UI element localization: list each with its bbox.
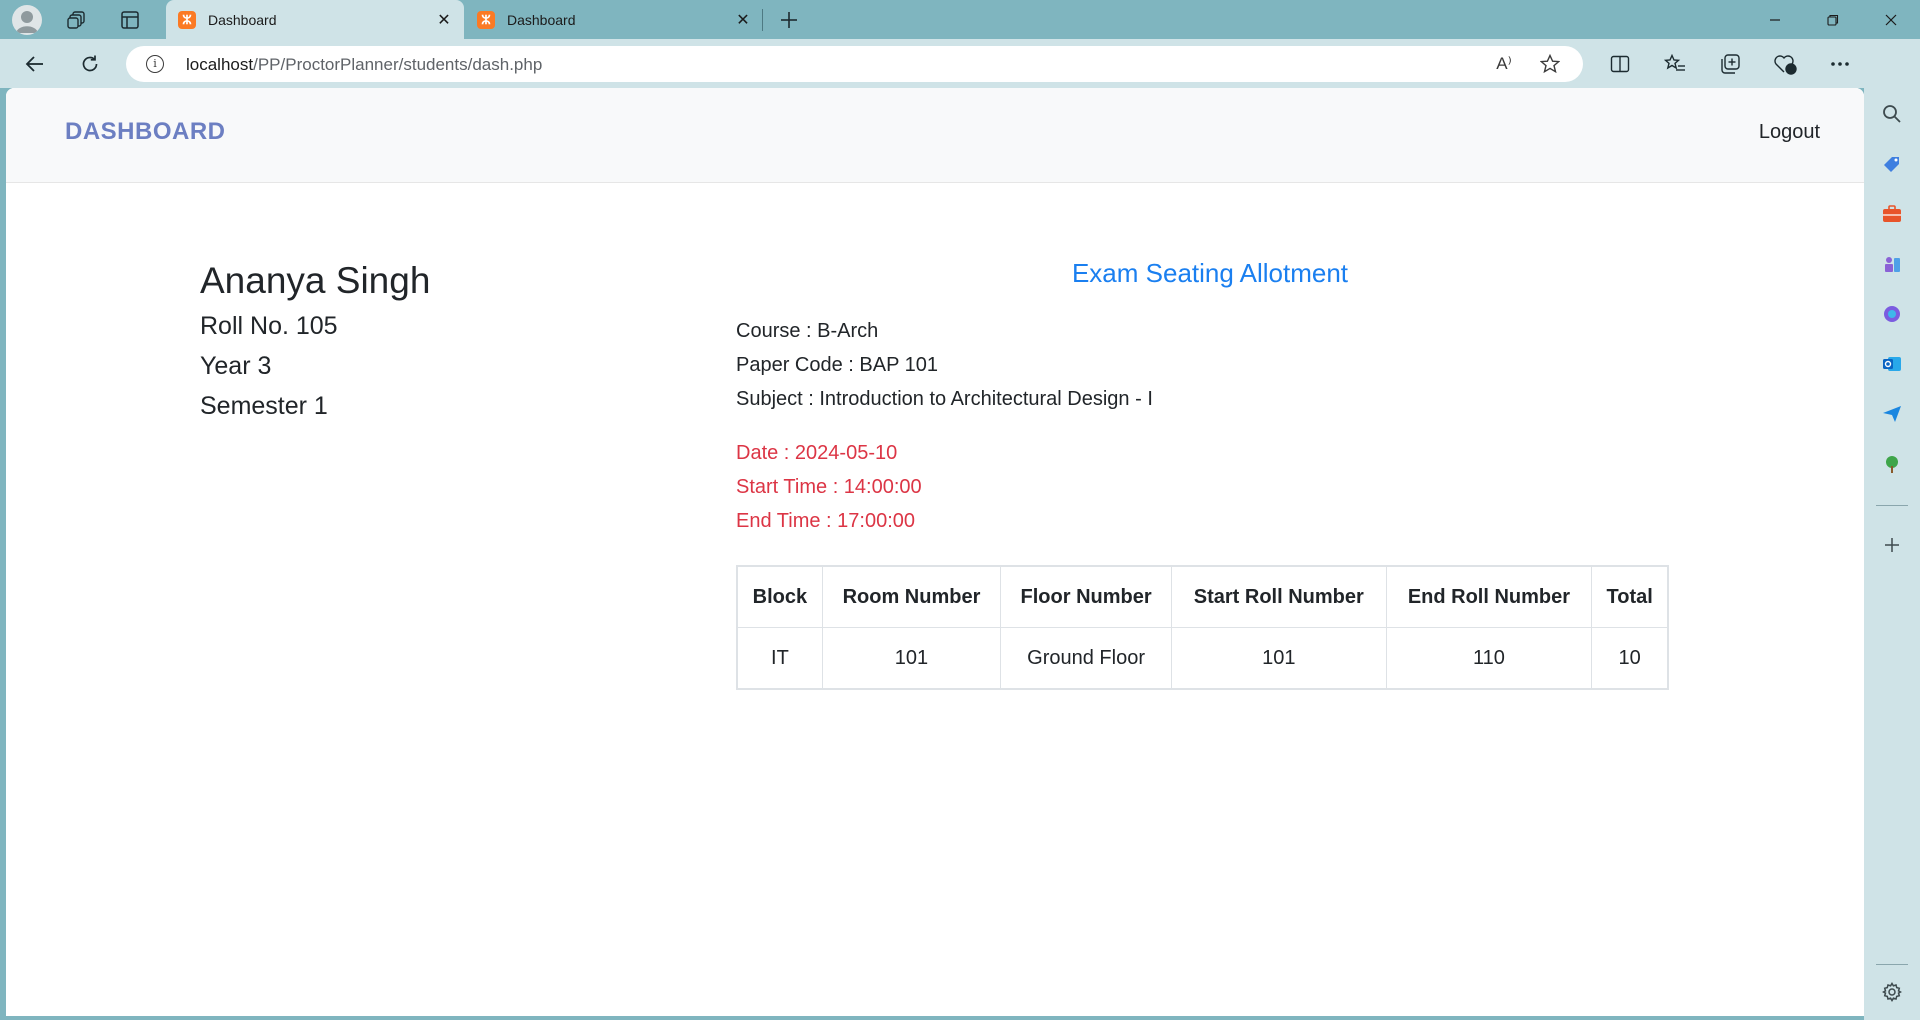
student-year: Year 3 bbox=[200, 352, 272, 380]
collections-icon[interactable] bbox=[1717, 51, 1743, 77]
sidebar-divider bbox=[1876, 505, 1908, 506]
table-cell-end-roll: 110 bbox=[1385, 627, 1593, 690]
table-cell-start-roll: 101 bbox=[1171, 627, 1387, 690]
xampp-icon: ⵣ bbox=[178, 10, 196, 29]
tab-title: Dashboard bbox=[507, 11, 576, 28]
table-cell-floor: Ground Floor bbox=[1000, 627, 1172, 690]
read-aloud-icon[interactable]: A⁾ bbox=[1494, 54, 1514, 74]
copilot-sidebar-icon[interactable] bbox=[1880, 302, 1904, 326]
table-cell-total: 10 bbox=[1591, 627, 1669, 690]
table-header-row: Block Room Number Floor Number Start Rol… bbox=[736, 565, 1669, 628]
url-host: localhost bbox=[186, 55, 254, 74]
shopping-tag-icon[interactable] bbox=[1880, 152, 1904, 176]
student-roll: Roll No. 105 bbox=[200, 312, 338, 340]
site-info-icon[interactable]: i bbox=[146, 55, 164, 73]
games-chess-icon[interactable] bbox=[1880, 252, 1904, 276]
xampp-icon: ⵣ bbox=[477, 10, 495, 29]
settings-gear-icon[interactable] bbox=[1880, 980, 1904, 1004]
split-screen-icon[interactable] bbox=[1607, 51, 1633, 77]
close-tab-icon[interactable]: ✕ bbox=[434, 10, 454, 30]
column-header: Floor Number bbox=[1000, 565, 1172, 628]
tools-briefcase-icon[interactable] bbox=[1880, 202, 1904, 226]
tree-icon[interactable] bbox=[1880, 452, 1904, 476]
exam-end-time: End Time : 17:00:00 bbox=[736, 510, 916, 532]
navbar-brand[interactable]: DASHBOARD bbox=[65, 118, 226, 146]
subject-info: Subject : Introduction to Architectural … bbox=[736, 388, 1153, 410]
close-window-icon[interactable] bbox=[1864, 0, 1918, 39]
restore-icon[interactable] bbox=[1806, 0, 1860, 39]
favorites-icon[interactable] bbox=[1662, 51, 1688, 77]
send-plane-icon[interactable] bbox=[1880, 402, 1904, 426]
student-name: Ananya Singh bbox=[200, 260, 431, 301]
logout-link[interactable]: Logout bbox=[1759, 121, 1820, 144]
sidebar-divider bbox=[1876, 964, 1908, 965]
student-semester: Semester 1 bbox=[200, 392, 328, 420]
column-header: End Roll Number bbox=[1385, 565, 1593, 628]
search-icon[interactable] bbox=[1880, 102, 1904, 126]
seating-table: Block Room Number Floor Number Start Rol… bbox=[736, 565, 1669, 690]
exam-start-time: Start Time : 14:00:00 bbox=[736, 476, 922, 498]
paper-code-info: Paper Code : BAP 101 bbox=[736, 354, 938, 376]
tab-divider bbox=[762, 9, 763, 31]
site-navbar: DASHBOARD Logout bbox=[6, 88, 1864, 183]
table-row: IT 101 Ground Floor 101 110 10 bbox=[736, 627, 1669, 690]
tab-actions-icon[interactable] bbox=[116, 6, 144, 34]
section-title: Exam Seating Allotment bbox=[1071, 258, 1349, 288]
close-tab-icon[interactable]: ✕ bbox=[733, 10, 753, 30]
new-tab-icon[interactable] bbox=[775, 6, 803, 34]
table-cell-room: 101 bbox=[821, 627, 1002, 690]
url-text[interactable]: localhost/PP/ProctorPlanner/students/das… bbox=[186, 55, 542, 75]
exam-date: Date : 2024-05-10 bbox=[736, 442, 898, 464]
web-page: DASHBOARD Logout Ananya Singh Roll No. 1… bbox=[6, 88, 1864, 1016]
outlook-icon[interactable] bbox=[1880, 352, 1904, 376]
refresh-icon[interactable] bbox=[75, 49, 105, 79]
back-arrow-icon[interactable] bbox=[20, 49, 50, 79]
browser-tab-2[interactable]: ⵣ Dashboard ✕ bbox=[465, 0, 763, 39]
profile-avatar-icon[interactable] bbox=[12, 5, 42, 35]
edge-sidebar bbox=[1864, 39, 1920, 1020]
address-bar[interactable]: i localhost/PP/ProctorPlanner/students/d… bbox=[126, 46, 1583, 82]
browser-titlebar: ⵣ Dashboard ✕ ⵣ Dashboard ✕ bbox=[0, 0, 1920, 39]
table-cell-block: IT bbox=[736, 627, 823, 690]
column-header: Room Number bbox=[821, 565, 1002, 628]
url-path: /PP/ProctorPlanner/students/dash.php bbox=[253, 55, 543, 74]
browser-tab-1[interactable]: ⵣ Dashboard ✕ bbox=[166, 0, 464, 39]
browser-toolbar: i localhost/PP/ProctorPlanner/students/d… bbox=[0, 39, 1920, 88]
column-header: Start Roll Number bbox=[1171, 565, 1387, 628]
column-header: Total bbox=[1591, 565, 1669, 628]
add-sidebar-app-icon[interactable] bbox=[1880, 533, 1904, 557]
browser-essentials-icon[interactable] bbox=[1772, 51, 1798, 77]
tab-title: Dashboard bbox=[208, 11, 277, 28]
minimize-icon[interactable] bbox=[1748, 0, 1802, 39]
workspaces-icon[interactable] bbox=[63, 6, 91, 34]
course-info: Course : B-Arch bbox=[736, 320, 879, 342]
column-header: Block bbox=[736, 565, 823, 628]
more-options-icon[interactable] bbox=[1827, 51, 1853, 77]
favorite-star-icon[interactable] bbox=[1540, 54, 1560, 74]
